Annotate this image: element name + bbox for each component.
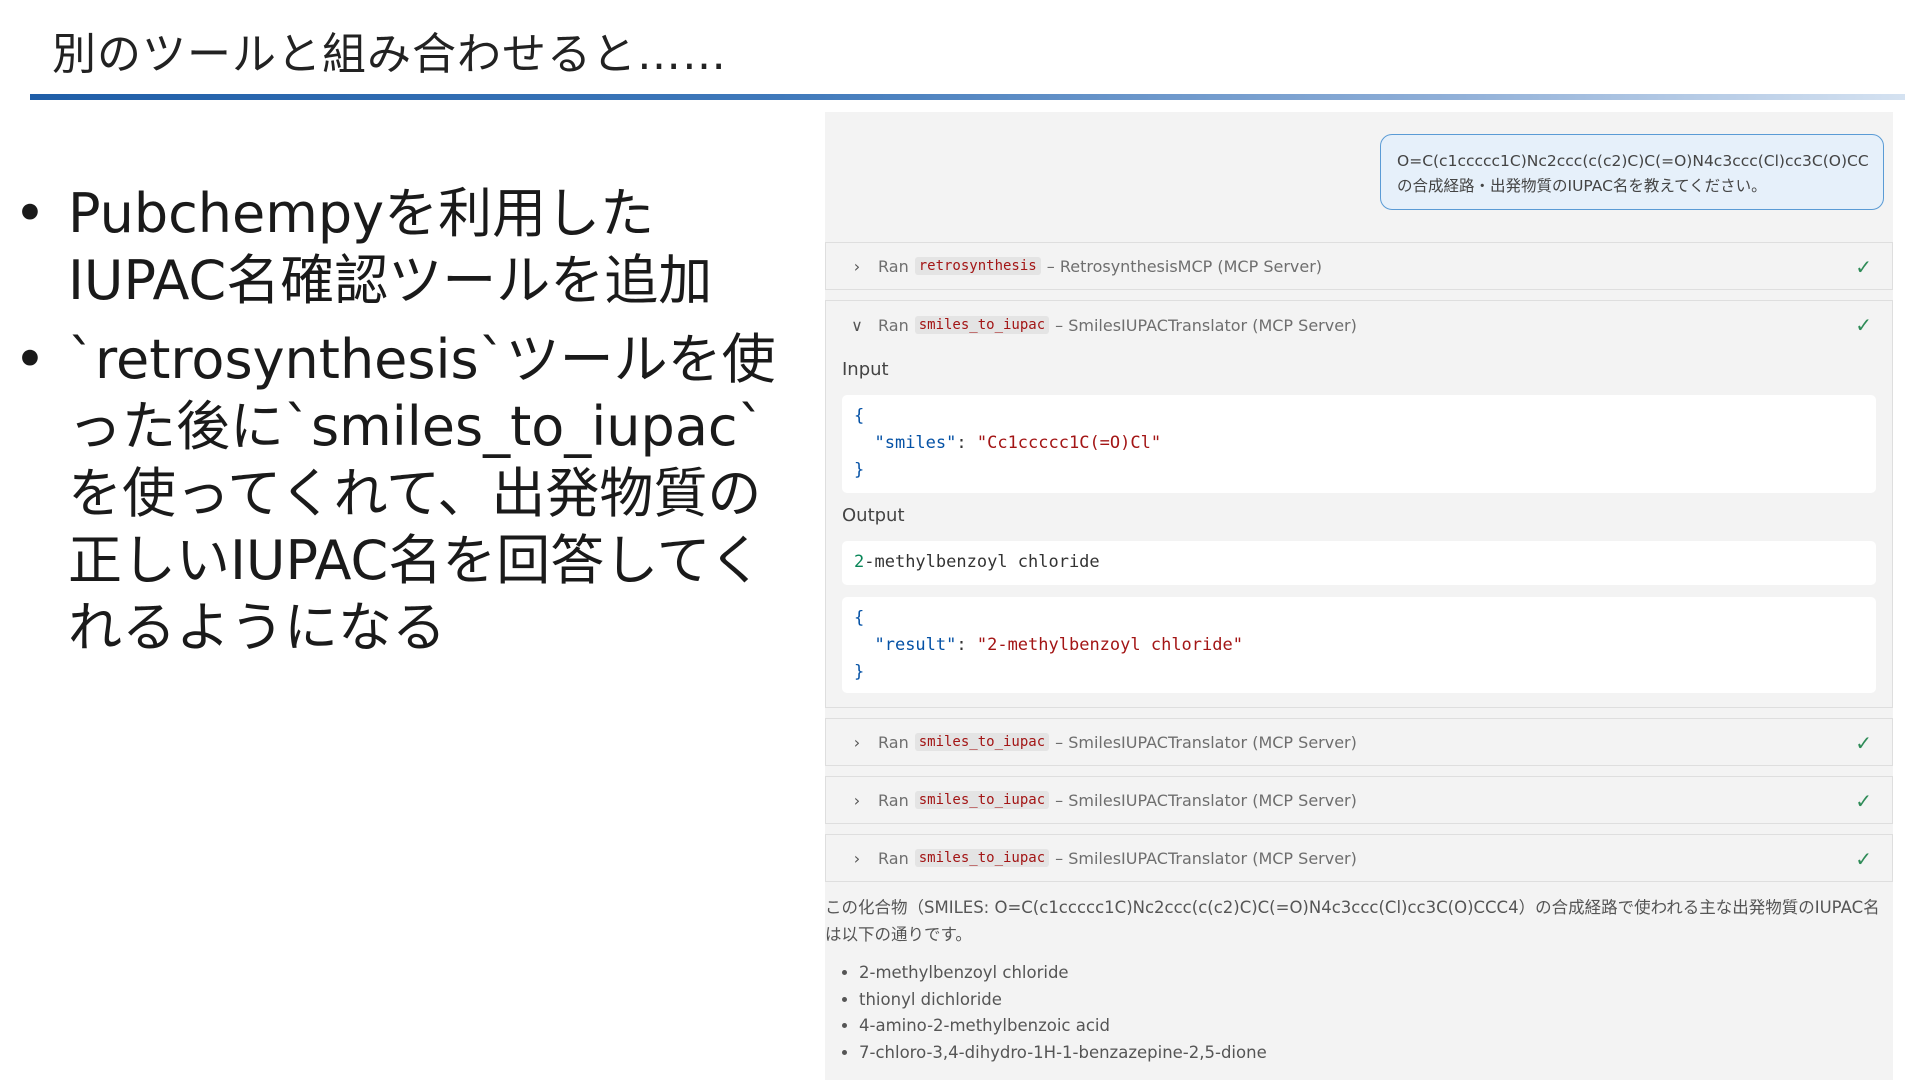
answer-intro: この化合物（SMILES: O=C(c1ccccc1C)Nc2ccc(c(c2)… [825,898,1880,944]
chevron-right-icon[interactable]: › [850,733,864,752]
chevron-right-icon[interactable]: › [850,257,864,276]
json-entry: "result": "2-methylbenzoyl chloride" [854,632,1864,659]
tool-name: smiles_to_iupac [914,849,1050,867]
output-label: Output [842,505,905,526]
tool-call-smiles-to-iupac[interactable]: › Ran smiles_to_iupac – SmilesIUPACTrans… [825,776,1893,824]
bullet-dot: • [14,328,46,391]
json-open-brace: { [854,608,865,628]
tool-name: smiles_to_iupac [914,316,1050,334]
json-colon: : [956,635,977,655]
check-icon: ✓ [1855,731,1872,755]
check-icon: ✓ [1855,789,1872,813]
bullet-text: Pubchempyを利用したIUPAC名確認ツールを追加 [68,182,713,312]
input-label: Input [842,359,889,380]
json-entry: "smiles": "Cc1ccccc1C(=O)Cl" [854,430,1864,457]
output-text-rest: -methylbenzoyl chloride [864,552,1100,572]
bullet-item: • `retrosynthesis`ツールを使った後に`smiles_to_iup… [0,326,810,661]
check-icon: ✓ [1855,847,1872,871]
ran-label: Ran [878,315,909,335]
check-icon: ✓ [1855,313,1872,337]
json-colon: : [956,433,977,453]
bullet-item: • Pubchempyを利用したIUPAC名確認ツールを追加 [0,180,810,314]
bullet-text: `retrosynthesis`ツールを使った後に`smiles_to_iupa… [68,328,776,659]
json-value: "Cc1ccccc1C(=O)Cl" [976,433,1162,453]
tool-call-retrosynthesis[interactable]: › Ran retrosynthesis – RetrosynthesisMCP… [825,242,1893,290]
slide-title: 別のツールと組み合わせると…… [52,29,727,80]
bullet-list: • Pubchempyを利用したIUPAC名確認ツールを追加 • `retrosyn… [0,180,810,673]
check-icon: ✓ [1855,255,1872,279]
tool-call-smiles-to-iupac-expanded: ∨ Ran smiles_to_iupac – SmilesIUPACTrans… [825,300,1893,708]
ran-label: Ran [878,848,909,868]
tool-call-smiles-to-iupac[interactable]: › Ran smiles_to_iupac – SmilesIUPACTrans… [825,834,1893,882]
title-underline [30,94,1905,100]
bullet-dot: • [14,182,46,245]
server-name: – SmilesIUPACTranslator (MCP Server) [1055,848,1357,868]
json-close-brace: } [854,662,865,682]
json-key: "result" [874,635,957,655]
tool-name: smiles_to_iupac [914,733,1050,751]
json-close-brace: } [854,460,865,480]
json-value: "2-methylbenzoyl chloride" [976,635,1243,655]
output-text-box: 2-methylbenzoyl chloride [842,541,1876,585]
input-json-box: { "smiles": "Cc1ccccc1C(=O)Cl" } [842,395,1876,493]
json-key: "smiles" [874,433,957,453]
ran-label: Ran [878,732,909,752]
server-name: – SmilesIUPACTranslator (MCP Server) [1055,315,1357,335]
user-prompt-smiles: O=C(c1ccccc1C)Nc2ccc(c(c2)C)C(=O)N4c3ccc… [1397,152,1869,170]
chat-screenshot-panel: O=C(c1ccccc1C)Nc2ccc(c(c2)C)C(=O)N4c3ccc… [825,112,1893,1080]
chevron-down-icon[interactable]: ∨ [850,316,864,335]
server-name: – RetrosynthesisMCP (MCP Server) [1046,256,1323,276]
ran-label: Ran [878,790,909,810]
output-text: 2-methylbenzoyl chloride [854,549,1864,576]
server-name: – SmilesIUPACTranslator (MCP Server) [1055,732,1357,752]
tool-call-header[interactable]: ∨ Ran smiles_to_iupac – SmilesIUPACTrans… [826,301,1892,349]
user-prompt-question: の合成経路・出発物質のIUPAC名を教えてください。 [1397,177,1767,195]
assistant-answer: この化合物（SMILES: O=C(c1ccccc1C)Nc2ccc(c(c2)… [825,894,1885,1066]
json-open-brace: { [854,406,865,426]
chevron-right-icon[interactable]: › [850,849,864,868]
server-name: – SmilesIUPACTranslator (MCP Server) [1055,790,1357,810]
list-item: thionyl dichloride [859,987,1885,1014]
chevron-right-icon[interactable]: › [850,791,864,810]
tool-call-smiles-to-iupac[interactable]: › Ran smiles_to_iupac – SmilesIUPACTrans… [825,718,1893,766]
ran-label: Ran [878,256,909,276]
output-text-number: 2 [854,552,865,572]
user-prompt-bubble: O=C(c1ccccc1C)Nc2ccc(c(c2)C)C(=O)N4c3ccc… [1380,134,1884,210]
tool-name: smiles_to_iupac [914,791,1050,809]
tool-name: retrosynthesis [914,257,1041,275]
output-json-box: { "result": "2-methylbenzoyl chloride" } [842,597,1876,693]
list-item: 2-methylbenzoyl chloride [859,960,1885,987]
list-item: 7-chloro-3,4-dihydro-1H-1-benzazepine-2,… [859,1040,1885,1067]
starting-material-list: 2-methylbenzoyl chloride thionyl dichlor… [825,960,1885,1066]
list-item: 4-amino-2-methylbenzoic acid [859,1013,1885,1040]
